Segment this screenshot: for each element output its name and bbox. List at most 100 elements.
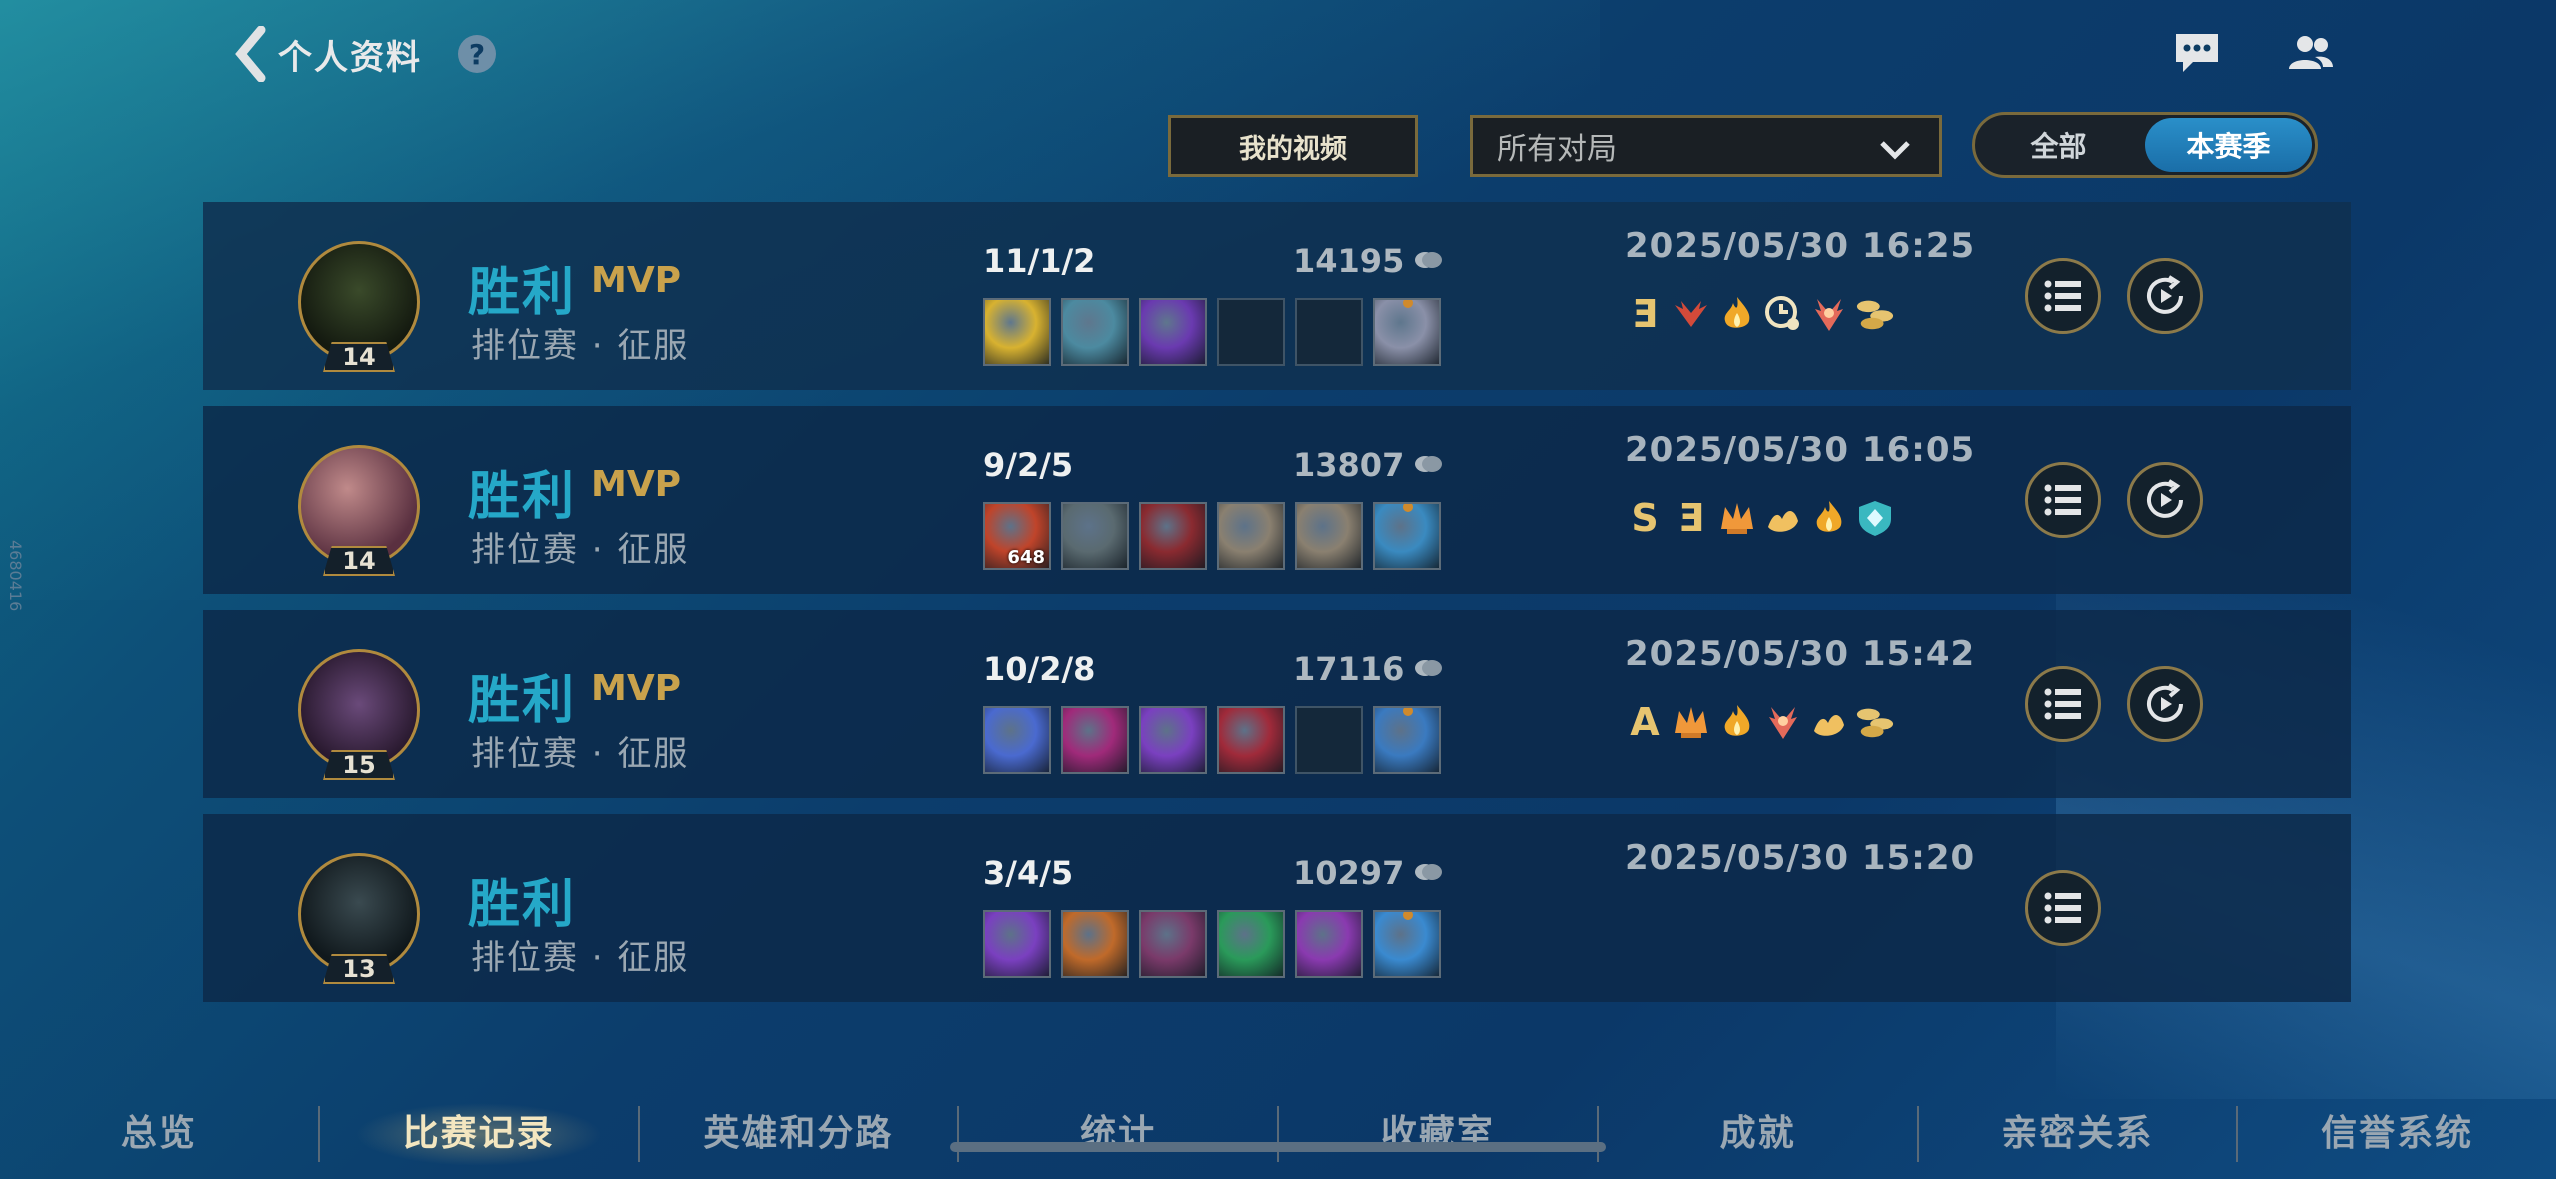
season-option-current[interactable]: 本赛季 [2145, 118, 2312, 172]
crown-icon [1717, 498, 1757, 538]
hands-icon [1809, 702, 1849, 742]
help-icon[interactable]: ? [458, 35, 496, 73]
champion-level: 15 [323, 750, 395, 780]
item-slot[interactable] [1139, 298, 1207, 366]
match-row[interactable]: 14 胜利 MVP 排位赛 · 征服 11/1/2 14195 2025/05/… [203, 202, 2351, 390]
nav-tab[interactable]: 亲密关系 [1919, 1080, 2237, 1179]
match-row[interactable]: 14 胜利 MVP 排位赛 · 征服 9/2/5 13807 648 2025/… [203, 406, 2351, 594]
item-slot[interactable] [1295, 910, 1363, 978]
item-slot[interactable] [1217, 502, 1285, 570]
nav-tab[interactable]: 比赛记录 [319, 1080, 638, 1179]
item-slot[interactable] [983, 298, 1051, 366]
nav-tab[interactable]: 收藏室 [1279, 1080, 1597, 1179]
item-build [983, 298, 1441, 366]
rank-letter-badge: Ǝ [1632, 292, 1658, 336]
chat-icon[interactable] [2172, 28, 2222, 78]
gold-amount: 13807 [1293, 446, 1444, 484]
coins-icon [1855, 702, 1895, 742]
kda-score: 11/1/2 [983, 242, 1096, 280]
wings2-icon [1763, 702, 1803, 742]
hands-icon [1763, 498, 1803, 538]
gold-amount: 17116 [1293, 650, 1444, 688]
gold-value: 14195 [1293, 242, 1405, 280]
champion-level: 13 [323, 954, 395, 984]
empty-item-slot[interactable] [1217, 298, 1285, 366]
item-slot[interactable] [1139, 910, 1207, 978]
kda-score: 10/2/8 [983, 650, 1096, 688]
friends-icon[interactable] [2286, 28, 2336, 78]
item-build [983, 706, 1441, 774]
champion-level: 14 [323, 342, 395, 372]
kda-score: 9/2/5 [983, 446, 1074, 484]
nav-tab[interactable]: 成就 [1599, 1080, 1917, 1179]
match-result: 胜利 [468, 467, 577, 527]
match-history-list: 14 胜利 MVP 排位赛 · 征服 11/1/2 14195 2025/05/… [203, 202, 2351, 1018]
item-slot[interactable] [1295, 502, 1363, 570]
gold-coin-icon [1412, 446, 1444, 484]
gold-coin-icon [1412, 650, 1444, 688]
match-details-button[interactable] [2025, 666, 2101, 742]
nav-tab[interactable]: 信誉系统 [2238, 1080, 2556, 1179]
crown-icon [1671, 702, 1711, 742]
mvp-badge: MVP [591, 668, 682, 709]
item-slot[interactable]: 648 [983, 502, 1051, 570]
nav-tab[interactable]: 统计 [959, 1080, 1277, 1179]
item-slot[interactable] [1061, 502, 1129, 570]
achievement-badges: Ǝ [1625, 292, 1895, 336]
match-type-dropdown[interactable]: 所有对局 [1470, 115, 1942, 177]
item-slot[interactable] [983, 910, 1051, 978]
match-result: 胜利 [468, 263, 577, 323]
empty-item-slot[interactable] [1295, 706, 1363, 774]
season-toggle: 全部 本赛季 [1972, 112, 2318, 178]
page-header: 个人资料 ? [230, 22, 496, 86]
item-slot[interactable] [1217, 910, 1285, 978]
item-slot[interactable] [1373, 298, 1441, 366]
shield-icon [1855, 498, 1895, 538]
rank-letter-badge: A [1630, 700, 1660, 744]
replay-button[interactable] [2127, 258, 2203, 334]
replay-button[interactable] [2127, 666, 2203, 742]
item-slot[interactable] [1139, 502, 1207, 570]
item-build: 648 [983, 502, 1441, 570]
item-slot[interactable] [1139, 706, 1207, 774]
coins-icon [1855, 294, 1895, 334]
item-slot[interactable] [1373, 706, 1441, 774]
item-build [983, 910, 1441, 978]
mvp-badge: MVP [591, 464, 682, 505]
match-details-button[interactable] [2025, 258, 2101, 334]
game-mode: 排位赛 · 征服 [471, 734, 690, 774]
match-result: 胜利 [468, 875, 577, 935]
item-slot[interactable] [1061, 706, 1129, 774]
champion-avatar[interactable]: 14 [295, 442, 423, 576]
gold-value: 13807 [1293, 446, 1405, 484]
back-chevron-icon[interactable] [230, 24, 270, 84]
champion-avatar[interactable]: 13 [295, 850, 423, 984]
clock-icon [1763, 294, 1803, 334]
item-slot[interactable] [1061, 298, 1129, 366]
item-slot[interactable] [1217, 706, 1285, 774]
kda-score: 3/4/5 [983, 854, 1074, 892]
gold-value: 10297 [1293, 854, 1405, 892]
match-date: 2025/05/30 15:42 [1625, 634, 1976, 674]
champion-avatar[interactable]: 15 [295, 646, 423, 780]
nav-tab[interactable]: 英雄和分路 [640, 1080, 958, 1179]
match-row[interactable]: 13 胜利 排位赛 · 征服 3/4/5 10297 2025/05/30 15… [203, 814, 2351, 1002]
champion-avatar[interactable]: 14 [295, 238, 423, 372]
nav-tab[interactable]: 总览 [0, 1080, 318, 1179]
match-row[interactable]: 15 胜利 MVP 排位赛 · 征服 10/2/8 17116 2025/05/… [203, 610, 2351, 798]
season-option-all[interactable]: 全部 [1975, 115, 2142, 175]
item-slot[interactable] [1373, 910, 1441, 978]
item-slot[interactable] [1061, 910, 1129, 978]
scroll-indicator [950, 1142, 1606, 1152]
match-details-button[interactable] [2025, 462, 2101, 538]
item-slot[interactable] [983, 706, 1051, 774]
match-result: 胜利 [468, 671, 577, 731]
my-videos-button[interactable]: 我的视频 [1168, 115, 1418, 177]
empty-item-slot[interactable] [1295, 298, 1363, 366]
item-slot[interactable] [1373, 502, 1441, 570]
game-mode: 排位赛 · 征服 [471, 938, 690, 978]
chevron-down-icon [1879, 134, 1911, 169]
replay-button[interactable] [2127, 462, 2203, 538]
match-date: 2025/05/30 15:20 [1625, 838, 1976, 878]
match-details-button[interactable] [2025, 870, 2101, 946]
